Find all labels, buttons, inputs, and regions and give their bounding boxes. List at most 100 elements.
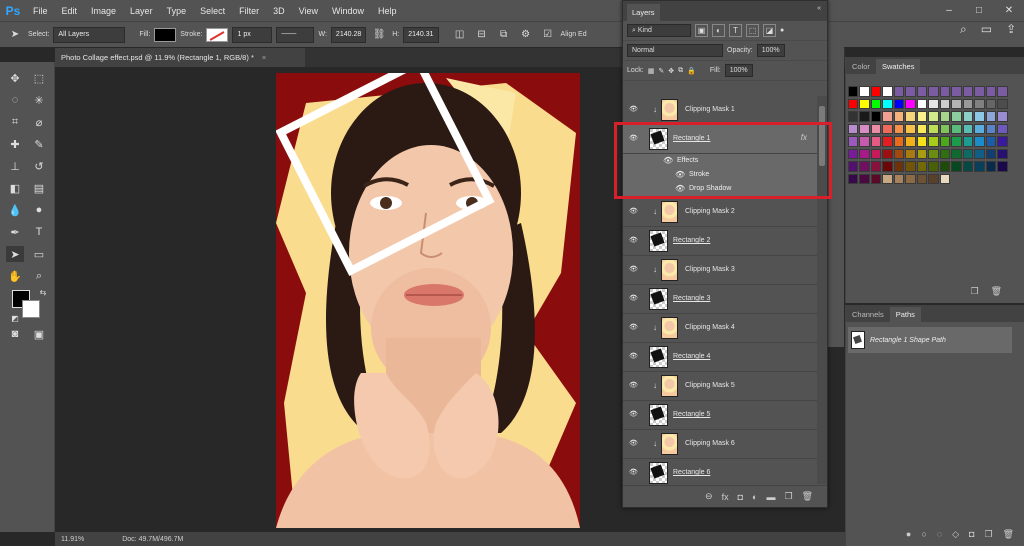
- crop-tool-icon[interactable]: ⌗: [6, 114, 24, 130]
- gradient-tool-icon[interactable]: ▤: [30, 180, 48, 196]
- swatch[interactable]: [916, 173, 927, 184]
- layer-name[interactable]: Rectangle 6: [673, 469, 710, 476]
- swatch[interactable]: [882, 111, 893, 122]
- swatch[interactable]: [847, 173, 858, 184]
- swatch[interactable]: [893, 111, 904, 122]
- swatch[interactable]: [985, 136, 996, 147]
- swatch[interactable]: [974, 136, 985, 147]
- minimize-button[interactable]: –: [934, 5, 964, 16]
- swatch[interactable]: [859, 123, 870, 134]
- swatch[interactable]: [870, 86, 881, 97]
- swatch[interactable]: [962, 123, 973, 134]
- layer-row[interactable]: 👁 Rectangle 5: [623, 401, 819, 430]
- swatch[interactable]: [916, 123, 927, 134]
- layer-row[interactable]: 👁 ↓ Clipping Mask 3: [623, 256, 819, 285]
- menu-image[interactable]: Image: [84, 6, 123, 16]
- pen-tool-icon[interactable]: ✒: [6, 224, 24, 240]
- tab-paths[interactable]: Paths: [889, 307, 921, 322]
- layer-row[interactable]: 👁 ↓ Clipping Mask 2: [623, 198, 819, 227]
- visibility-eye-icon[interactable]: 👁: [629, 352, 641, 362]
- stroke-width-field[interactable]: 1 px: [232, 26, 273, 43]
- layer-thumbnail[interactable]: [649, 230, 668, 252]
- link-layers-icon[interactable]: ⊖: [705, 491, 713, 502]
- swatch[interactable]: [859, 136, 870, 147]
- swatch[interactable]: [859, 98, 870, 109]
- swatch[interactable]: [882, 173, 893, 184]
- delete-layer-icon[interactable]: 🗑: [802, 491, 813, 502]
- blend-mode-dropdown[interactable]: Normal: [627, 44, 723, 57]
- layer-name[interactable]: Rectangle 4: [673, 353, 710, 360]
- settings-gear-icon[interactable]: ⚙: [517, 27, 535, 43]
- swatch[interactable]: [974, 86, 985, 97]
- link-icon[interactable]: ⛓: [370, 27, 388, 43]
- swatch[interactable]: [997, 148, 1008, 159]
- swatch[interactable]: [905, 161, 916, 172]
- swatch[interactable]: [985, 161, 996, 172]
- swatch[interactable]: [997, 123, 1008, 134]
- swatch[interactable]: [974, 161, 985, 172]
- swatch[interactable]: [847, 86, 858, 97]
- add-mask-icon[interactable]: ◘: [738, 492, 743, 502]
- swatch[interactable]: [905, 136, 916, 147]
- swatch[interactable]: [962, 86, 973, 97]
- swatch[interactable]: [870, 98, 881, 109]
- swatch[interactable]: [928, 173, 939, 184]
- swatch[interactable]: [893, 161, 904, 172]
- swatch[interactable]: [951, 148, 962, 159]
- swatch[interactable]: [962, 98, 973, 109]
- swatch[interactable]: [928, 86, 939, 97]
- swatch[interactable]: [962, 161, 973, 172]
- layer-thumbnail[interactable]: [661, 317, 678, 339]
- layer-name[interactable]: Clipping Mask 6: [685, 440, 735, 447]
- delete-path-icon[interactable]: 🗑: [1003, 529, 1014, 540]
- fill-field[interactable]: 100%: [724, 64, 753, 77]
- swatch[interactable]: [882, 98, 893, 109]
- adjustment-layer-icon[interactable]: ◐: [752, 492, 757, 502]
- layer-name[interactable]: Rectangle 2: [673, 237, 710, 244]
- brush-tool-icon[interactable]: ✎: [30, 136, 48, 152]
- swatch[interactable]: [905, 123, 916, 134]
- swatch[interactable]: [997, 111, 1008, 122]
- dodge-tool-icon[interactable]: ●: [30, 202, 48, 218]
- lock-transparent-icon[interactable]: ▦: [648, 67, 655, 75]
- visibility-eye-icon[interactable]: 👁: [629, 265, 641, 275]
- swatch[interactable]: [985, 123, 996, 134]
- layer-row[interactable]: 👁 Rectangle 4: [623, 343, 819, 372]
- new-group-icon[interactable]: ▬: [766, 492, 775, 502]
- swatch[interactable]: [847, 148, 858, 159]
- swatch[interactable]: [893, 98, 904, 109]
- swatch[interactable]: [905, 111, 916, 122]
- zoom-readout[interactable]: 11.91%: [61, 536, 84, 543]
- swatch[interactable]: [916, 111, 927, 122]
- visibility-eye-icon[interactable]: 👁: [629, 207, 641, 217]
- layer-thumbnail[interactable]: [649, 462, 668, 484]
- layer-row[interactable]: 👁 Rectangle 3: [623, 285, 819, 314]
- swatch[interactable]: [847, 161, 858, 172]
- layer-name[interactable]: Rectangle 5: [673, 411, 710, 418]
- document-tab[interactable]: Photo Collage effect.psd @ 11.9% (Rectan…: [55, 48, 305, 67]
- add-fx-icon[interactable]: fx: [722, 492, 729, 502]
- rectangle-tool-icon[interactable]: ▭: [30, 246, 48, 262]
- swatch[interactable]: [928, 123, 939, 134]
- visibility-eye-icon[interactable]: 👁: [629, 105, 641, 115]
- tab-channels[interactable]: Channels: [846, 307, 890, 322]
- new-layer-icon[interactable]: ❐: [784, 491, 792, 502]
- swatch[interactable]: [951, 111, 962, 122]
- menu-edit[interactable]: Edit: [55, 6, 85, 16]
- search-icon[interactable]: ⌕: [960, 22, 967, 37]
- stroke-path-icon[interactable]: ○: [921, 529, 926, 540]
- swatch[interactable]: [882, 161, 893, 172]
- layer-name[interactable]: Clipping Mask 3: [685, 266, 735, 273]
- menu-3d[interactable]: 3D: [266, 6, 292, 16]
- swatch[interactable]: [859, 111, 870, 122]
- lasso-tool-icon[interactable]: ◌: [6, 92, 24, 108]
- swatch[interactable]: [870, 123, 881, 134]
- layer-thumbnail[interactable]: [661, 259, 678, 281]
- layer-row[interactable]: 👁 ↓ Clipping Mask 1: [623, 96, 819, 125]
- share-icon[interactable]: ⇪: [1006, 22, 1016, 37]
- swatch[interactable]: [974, 123, 985, 134]
- swatch[interactable]: [870, 136, 881, 147]
- maximize-button[interactable]: □: [964, 5, 994, 16]
- swatch[interactable]: [939, 148, 950, 159]
- layer-name[interactable]: Clipping Mask 4: [685, 324, 735, 331]
